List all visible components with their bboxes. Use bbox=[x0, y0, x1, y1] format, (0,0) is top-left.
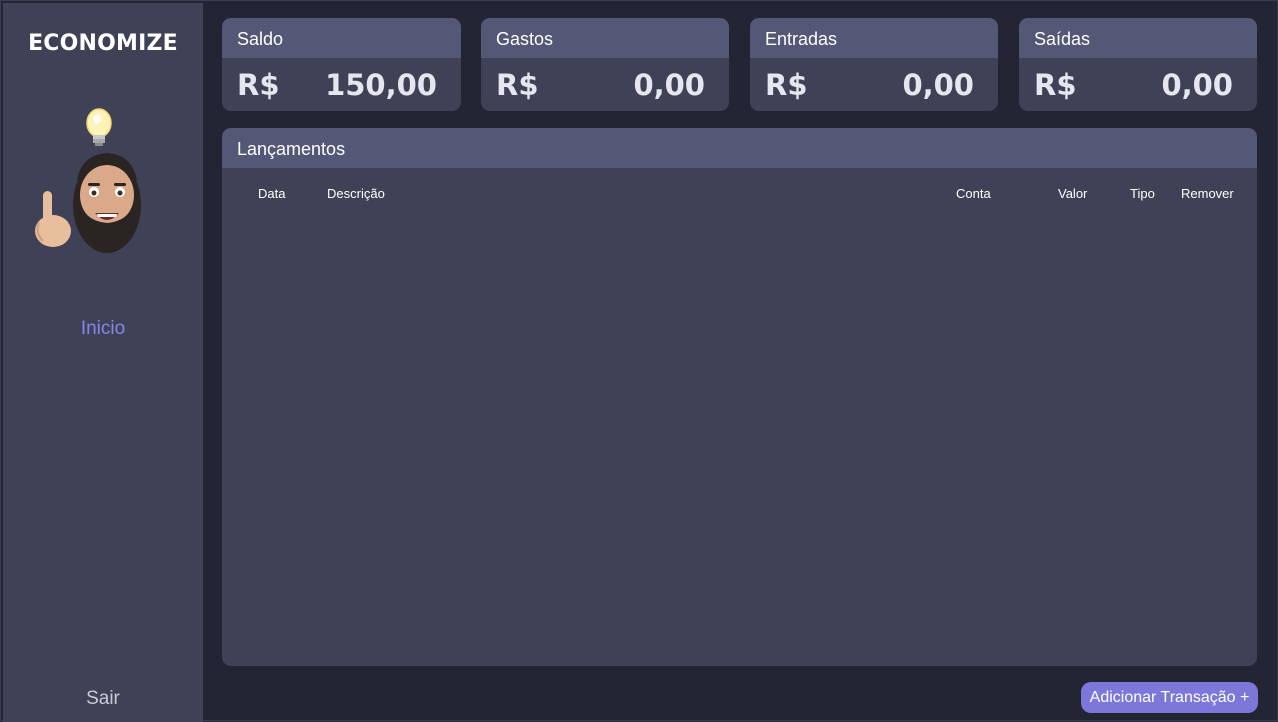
memoji-idea-icon bbox=[35, 108, 141, 253]
card-entradas: Entradas R$ 0,00 bbox=[750, 18, 998, 111]
card-currency: R$ bbox=[496, 68, 539, 102]
card-title: Gastos bbox=[481, 18, 729, 58]
pointing-hand-icon bbox=[35, 191, 71, 247]
card-title: Saídas bbox=[1019, 18, 1257, 58]
card-value: 0,00 bbox=[1161, 68, 1233, 102]
nav-item-inicio[interactable]: Inicio bbox=[3, 318, 203, 340]
card-currency: R$ bbox=[1034, 68, 1077, 102]
column-header-descricao[interactable]: Descrição bbox=[327, 186, 385, 201]
sidebar: ECONOMIZE Inicio Sair bbox=[3, 3, 203, 722]
panel-title: Lançamentos bbox=[222, 128, 1257, 168]
card-gastos: Gastos R$ 0,00 bbox=[481, 18, 729, 111]
brand-title: ECONOMIZE bbox=[28, 31, 178, 56]
transactions-panel: Lançamentos Data Descrição Conta Valor T… bbox=[222, 128, 1257, 666]
lightbulb-icon bbox=[86, 108, 112, 146]
column-header-valor[interactable]: Valor bbox=[1058, 186, 1087, 201]
card-currency: R$ bbox=[237, 68, 280, 102]
card-value: 150,00 bbox=[325, 68, 437, 102]
column-header-data[interactable]: Data bbox=[258, 186, 285, 201]
card-saidas: Saídas R$ 0,00 bbox=[1019, 18, 1257, 111]
nav-item-sair[interactable]: Sair bbox=[3, 688, 203, 710]
add-transaction-button[interactable]: Adicionar Transação + bbox=[1081, 682, 1258, 713]
avatar bbox=[31, 103, 151, 263]
card-currency: R$ bbox=[765, 68, 808, 102]
column-header-tipo[interactable]: Tipo bbox=[1130, 186, 1155, 201]
card-value: 0,00 bbox=[902, 68, 974, 102]
card-title: Entradas bbox=[750, 18, 998, 58]
card-title: Saldo bbox=[222, 18, 461, 58]
card-saldo: Saldo R$ 150,00 bbox=[222, 18, 461, 111]
card-value: 0,00 bbox=[633, 68, 705, 102]
column-header-conta[interactable]: Conta bbox=[956, 186, 991, 201]
column-header-remover[interactable]: Remover bbox=[1181, 186, 1234, 201]
app-window: ECONOMIZE Inicio Sair Saldo R$ 150,00 Ga… bbox=[0, 0, 1278, 722]
